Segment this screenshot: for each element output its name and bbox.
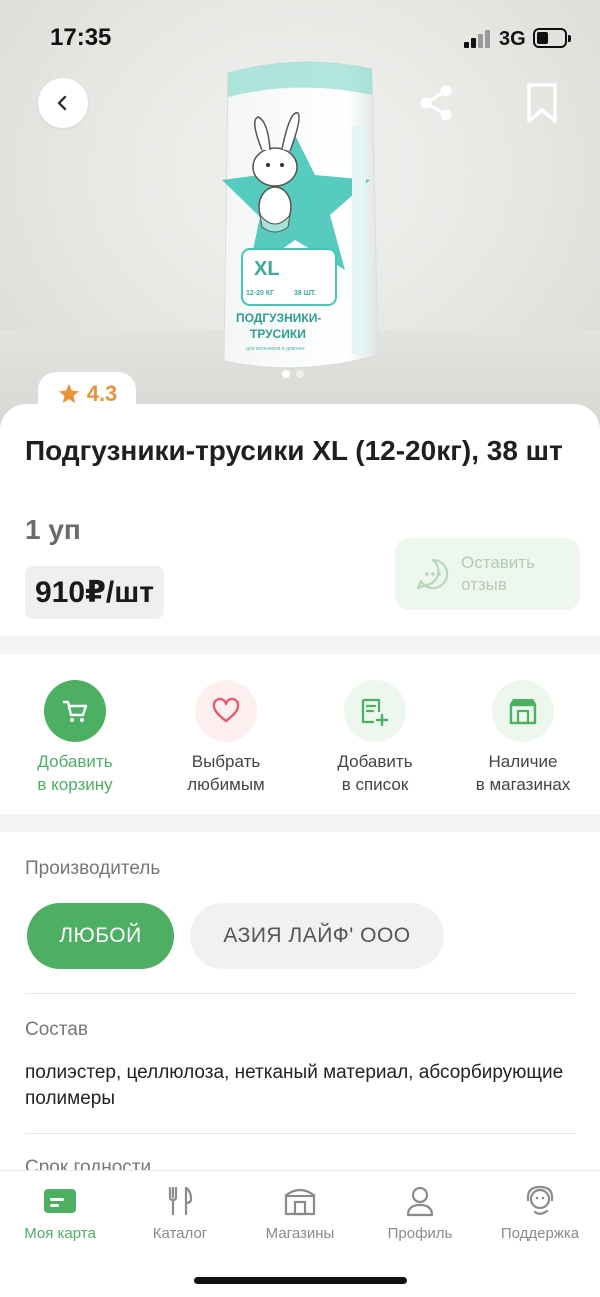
section-divider	[0, 814, 600, 832]
status-bar: 17:35 3G	[0, 0, 600, 80]
add-to-list-button[interactable]: Добавить в список	[300, 680, 450, 796]
divider	[25, 1133, 576, 1134]
store-icon	[280, 1183, 320, 1219]
image-pagination-dots[interactable]	[282, 370, 304, 378]
product-actions: Добавить в корзину Выбрать любимым Добавит…	[0, 654, 600, 814]
product-title: Подгузники-трусики XL (12-20кг), 38 шт	[25, 435, 563, 466]
favorite-button[interactable]: Выбрать любимым	[151, 680, 301, 796]
battery-icon	[533, 28, 571, 48]
composition-value: полиэстер, целлюлоза, нетканый материал,…	[25, 1062, 564, 1109]
favorite-label: Выбрать любимым	[187, 752, 265, 794]
list-add-icon	[344, 680, 406, 742]
add-to-cart-button[interactable]: Добавить в корзину	[0, 680, 150, 796]
tab-support[interactable]: Поддержка	[480, 1183, 600, 1242]
pagination-dot-active[interactable]	[282, 370, 290, 378]
cart-icon	[44, 680, 106, 742]
network-label: 3G	[499, 28, 526, 50]
tab-profile[interactable]: Профиль	[360, 1183, 480, 1242]
tab-label: Профиль	[387, 1225, 453, 1242]
svg-text:38 ШТ.: 38 ШТ.	[294, 290, 316, 297]
star-icon	[58, 384, 79, 403]
store-icon	[492, 680, 554, 742]
product-price: 910₽/шт	[25, 566, 164, 619]
add-to-list-label: Добавить в список	[337, 752, 413, 794]
price-value: 910₽/шт	[35, 576, 154, 609]
cutlery-icon	[160, 1183, 200, 1219]
svg-text:для мальчиков и девочек: для мальчиков и девочек	[246, 346, 305, 352]
tab-label: Каталог	[152, 1225, 208, 1242]
tab-stores[interactable]: Магазины	[240, 1183, 360, 1242]
svg-text:ПОДГУЗНИКИ-: ПОДГУЗНИКИ-	[236, 311, 321, 325]
composition-label: Состав	[25, 1019, 88, 1040]
profile-icon	[400, 1183, 440, 1219]
tab-my-card[interactable]: Моя карта	[0, 1183, 120, 1242]
store-availability-label: Наличие в магазинах	[475, 752, 571, 794]
divider	[25, 993, 576, 994]
pagination-dot[interactable]	[296, 370, 304, 378]
manufacturer-option-any[interactable]: ЛЮБОЙ	[27, 903, 174, 969]
tab-label: Поддержка	[500, 1225, 580, 1242]
tab-catalog[interactable]: Каталог	[120, 1183, 240, 1242]
shelf-life-label: Срок годности	[25, 1157, 152, 1171]
tab-label: Моя карта	[24, 1225, 96, 1242]
svg-text:XL: XL	[254, 258, 280, 280]
svg-text:12-20 КГ: 12-20 КГ	[246, 290, 274, 297]
support-icon	[520, 1183, 560, 1219]
tab-label: Магазины	[265, 1225, 335, 1242]
rating-badge[interactable]: 4.3	[38, 372, 136, 416]
home-indicator[interactable]	[194, 1277, 407, 1284]
back-button[interactable]	[38, 78, 88, 128]
product-image-area[interactable]: XL 12-20 КГ 38 ШТ. ПОДГУЗНИКИ- ТРУСИКИ д…	[0, 0, 600, 430]
svg-text:ТРУСИКИ: ТРУСИКИ	[250, 327, 306, 341]
manufacturer-label: Производитель	[25, 858, 161, 879]
section-divider	[0, 636, 600, 654]
add-to-cart-label: Добавить в корзину	[37, 752, 113, 794]
heart-icon	[195, 680, 257, 742]
card-icon	[40, 1183, 80, 1219]
chevron-left-icon	[57, 95, 67, 111]
manufacturer-option-asia-life[interactable]: АЗИЯ ЛАЙФ' ООО	[190, 903, 444, 969]
leave-review-button[interactable]: Оставить отзыв	[395, 538, 580, 610]
product-image: XL 12-20 КГ 38 ШТ. ПОДГУЗНИКИ- ТРУСИКИ д…	[222, 61, 379, 369]
rating-value: 4.3	[86, 381, 118, 406]
leave-review-label: Оставить отзыв	[461, 553, 535, 594]
signal-icon	[464, 30, 492, 48]
store-availability-button[interactable]: Наличие в магазинах	[448, 680, 598, 796]
product-unit: 1 уп	[25, 514, 81, 545]
status-time: 17:35	[50, 24, 112, 51]
comment-icon	[416, 558, 449, 590]
share-icon[interactable]	[416, 83, 456, 123]
bookmark-icon[interactable]	[524, 82, 560, 124]
